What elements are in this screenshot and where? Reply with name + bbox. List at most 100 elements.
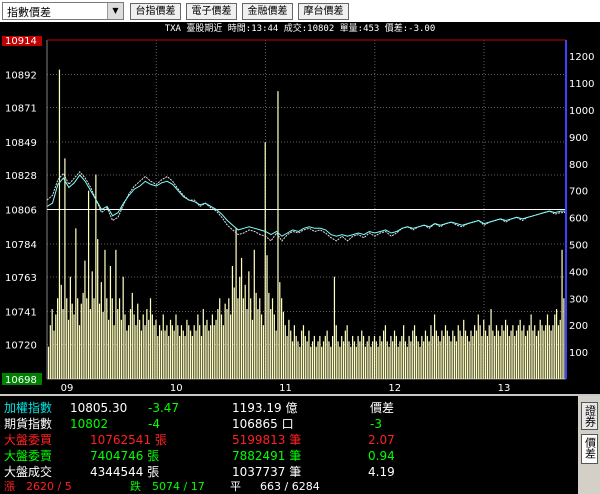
row-label-market-asks: 大盤委賣 <box>4 449 53 463</box>
volume-bar <box>521 330 523 379</box>
volume-bar <box>504 319 507 379</box>
price-tick-label: 10849 <box>5 138 37 149</box>
volume-bar <box>541 325 543 379</box>
volume-bar <box>302 325 305 379</box>
volume-bar <box>49 325 51 379</box>
volume-bar <box>359 341 361 379</box>
volume-bar <box>66 298 68 379</box>
volume-bar <box>58 69 61 379</box>
volume-bar <box>517 325 519 379</box>
volume-bar <box>217 309 219 379</box>
volume-bar <box>69 276 71 379</box>
volume-bar <box>470 330 472 379</box>
volume-bar <box>162 314 164 379</box>
volume-bar <box>530 314 532 379</box>
msci-taiwan-spread-button[interactable]: 摩台價差 <box>298 3 349 20</box>
advance-decline-row: 漲 2620 / 5 跌 5074 / 17 平 663 / 6284 <box>0 479 578 494</box>
volume-bar <box>115 249 117 379</box>
volume-bar <box>523 325 525 379</box>
price-tick-label: 10871 <box>5 103 37 114</box>
volume-bar <box>284 325 286 379</box>
volume-bar <box>118 298 121 379</box>
volume-bar <box>339 346 341 379</box>
volume-bar <box>62 309 64 379</box>
volume-bar <box>552 325 554 379</box>
volume-bar <box>433 314 436 379</box>
volume-bar <box>379 335 381 379</box>
taiex-spread-button[interactable]: 台指價差 <box>130 3 181 20</box>
volume-bar <box>117 309 119 379</box>
volume-bar <box>370 346 372 379</box>
quote-info-bar: TXA 臺股期近 時間:13:44 成交:10802 單量:453 價差:-3.… <box>0 22 600 36</box>
volume-bar <box>388 346 390 379</box>
volume-bar <box>124 314 126 379</box>
volume-tick-label: 600 <box>569 214 588 225</box>
volume-bar <box>153 325 155 379</box>
volume-bar <box>197 314 199 379</box>
volume-bar <box>384 325 387 379</box>
volume-tick-label: 1200 <box>569 52 594 63</box>
chevron-down-icon[interactable]: ▼ <box>107 3 123 19</box>
volume-tick-label: 900 <box>569 133 588 144</box>
tab-securities[interactable]: 證券 <box>581 402 598 430</box>
time-axis: 09 10 11 12 13 <box>61 383 511 394</box>
electronics-spread-button[interactable]: 電子價差 <box>186 3 237 20</box>
select-value: 指數價差 <box>7 6 51 19</box>
volume-bar <box>155 319 157 379</box>
tab-spread[interactable]: 價差 <box>581 434 598 464</box>
futures-index-volume: 106865 口 <box>232 417 294 431</box>
finance-spread-button[interactable]: 金融價差 <box>242 3 293 20</box>
volume-bar <box>337 341 339 379</box>
advance-label: 漲 <box>4 480 15 493</box>
volume-bar <box>97 239 99 379</box>
price-tick-label: 10806 <box>5 206 37 217</box>
intraday-spread-chart[interactable]: 10914 10892 10871 10849 10828 10806 10784 10763… <box>0 36 600 394</box>
volume-bar <box>108 319 110 379</box>
volume-bar <box>137 303 139 379</box>
volume-bar <box>554 314 556 379</box>
volume-bar <box>481 335 483 379</box>
decline-label: 跌 <box>130 480 141 493</box>
volume-bar <box>146 309 148 379</box>
weighted-index-value: 10805.30 <box>70 401 128 415</box>
volume-bar <box>344 330 346 379</box>
volume-bar <box>186 319 188 379</box>
table-row: 大盤委買 10762541 張 5199813 筆 2.07 <box>0 432 578 448</box>
volume-bar <box>326 330 328 379</box>
volume-bar <box>395 335 397 379</box>
volume-bar <box>421 335 423 379</box>
market-ask-orders: 7882491 筆 <box>232 449 302 463</box>
volume-bar <box>350 346 352 379</box>
index-spread-select[interactable]: 指數價差 ▼ <box>2 2 124 20</box>
volume-bar <box>428 341 430 379</box>
volume-bar <box>104 249 106 379</box>
price-tick-label: 10914 <box>5 36 37 47</box>
volume-bar <box>259 298 261 379</box>
volume-bar <box>230 314 232 379</box>
volume-bar <box>333 276 336 379</box>
price-tick-label: 10784 <box>5 240 37 251</box>
market-summary-panel: 加權指數 10805.30 -3.47 1193.19 億 價差 期貨指數 10… <box>0 396 578 494</box>
volume-bar <box>492 330 494 379</box>
market-volume-trades: 1037737 筆 <box>232 465 302 479</box>
volume-bar <box>515 330 518 379</box>
volume-bar <box>244 284 246 379</box>
volume-bar <box>401 335 403 379</box>
volume-bar <box>455 341 458 379</box>
volume-bar <box>179 335 181 379</box>
volume-bar <box>477 314 479 379</box>
price-tick-label: 10763 <box>5 273 37 284</box>
volume-bar <box>486 335 488 379</box>
volume-bar <box>173 330 175 379</box>
volume-bar <box>275 330 277 379</box>
row-label-futures-index: 期貨指數 <box>4 417 53 431</box>
volume-bar <box>193 325 195 379</box>
volume-bar <box>393 330 396 379</box>
futures-index-change: -4 <box>148 417 160 431</box>
volume-bar <box>444 325 447 379</box>
volume-bar <box>441 330 443 379</box>
volume-bar <box>135 325 137 379</box>
volume-bar <box>180 325 183 379</box>
volume-bar <box>98 303 101 379</box>
volume-bar <box>204 325 206 379</box>
